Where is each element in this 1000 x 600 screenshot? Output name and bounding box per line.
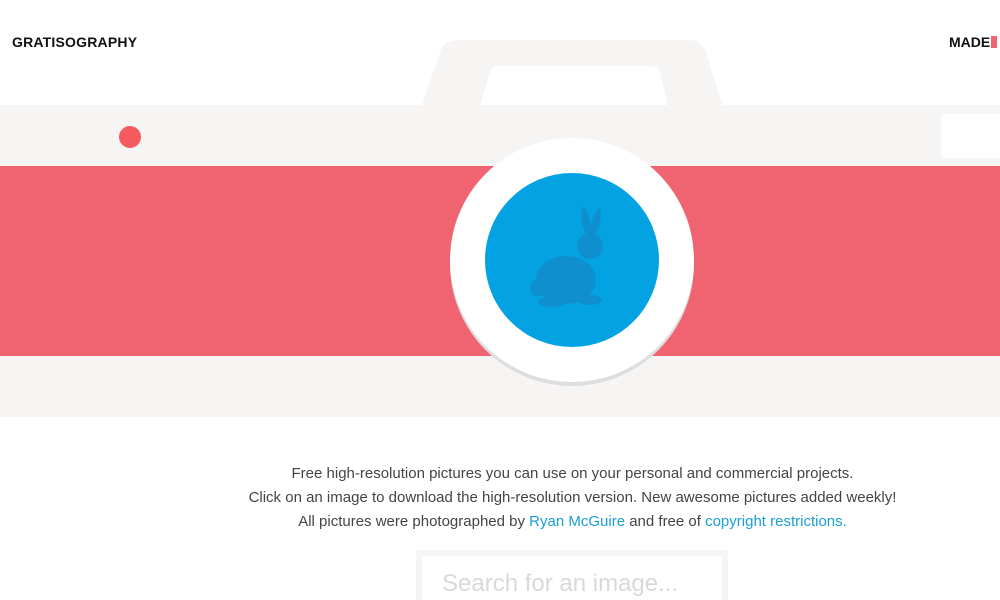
- made-mark-icon: [991, 36, 998, 48]
- camera-window: [941, 114, 1000, 158]
- camera-viewfinder: [480, 66, 668, 106]
- intro-line-3-middle: and free of: [629, 513, 701, 530]
- camera-flash-dot: [119, 126, 141, 148]
- search-input[interactable]: [422, 556, 722, 600]
- search-box: [416, 550, 728, 600]
- site-logo[interactable]: GRATISOGRAPHY: [12, 34, 137, 50]
- camera-hero-illustration: [0, 40, 1000, 417]
- intro-line-3-before: All pictures were photographed by: [298, 513, 525, 530]
- made-label[interactable]: MADE: [949, 34, 998, 50]
- made-label-text: MADE: [949, 34, 991, 50]
- intro-text: Free high-resolution pictures you can us…: [0, 462, 1000, 534]
- intro-line-3: All pictures were photographed by Ryan M…: [0, 510, 1000, 534]
- photographer-link[interactable]: Ryan McGuire: [529, 513, 625, 530]
- intro-line-2: Click on an image to download the high-r…: [248, 489, 897, 506]
- intro-line-1: Free high-resolution pictures you can us…: [291, 465, 854, 482]
- page: GRATISOGRAPHY MADE Free high-resolution …: [0, 0, 1000, 600]
- copyright-link[interactable]: copyright restrictions.: [705, 513, 847, 530]
